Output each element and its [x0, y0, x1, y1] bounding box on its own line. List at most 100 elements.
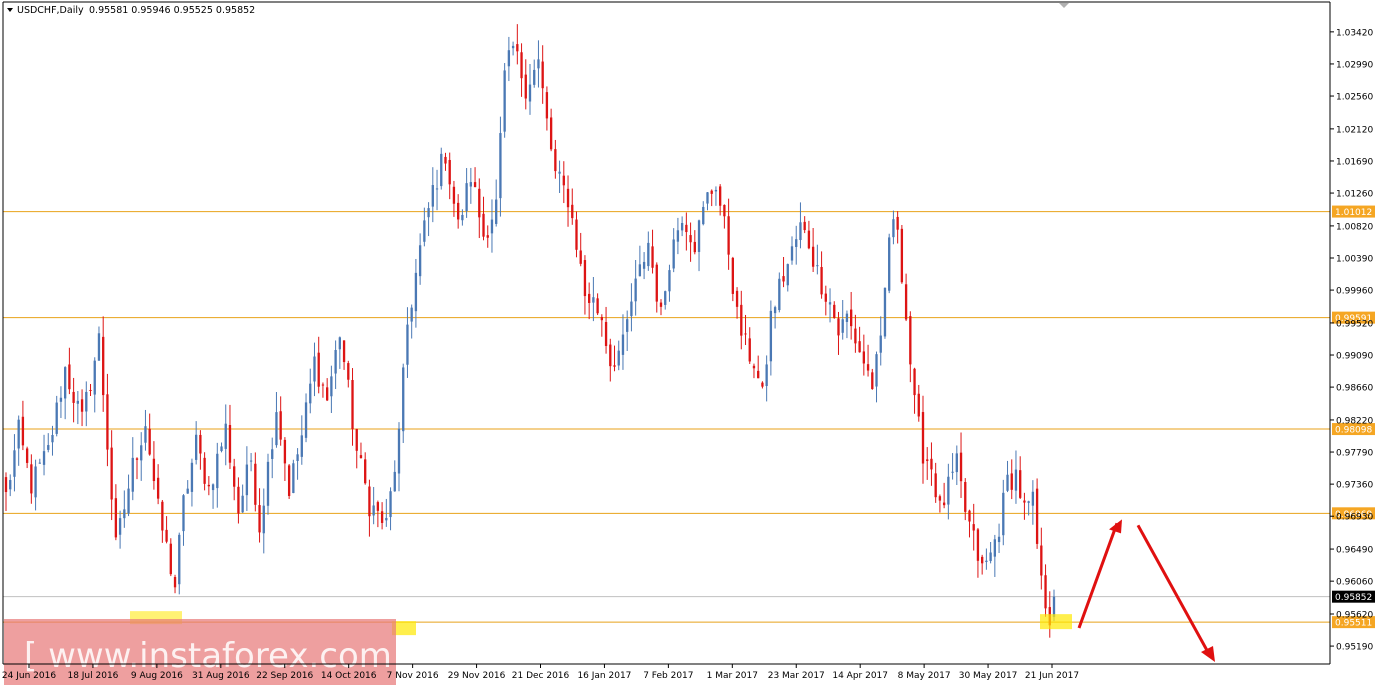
candle-body: [97, 333, 101, 361]
candle-body: [279, 411, 282, 440]
candle-body: [638, 264, 642, 277]
symbol-label: USDCHF,Daily: [17, 5, 84, 16]
candle-body: [731, 257, 735, 294]
candle-body: [740, 304, 743, 336]
candle-body: [566, 188, 570, 208]
candle-body: [600, 317, 604, 321]
y-tick-label: 0.98660: [1336, 384, 1373, 394]
support-highlight: [1040, 614, 1072, 630]
candle-body: [765, 364, 768, 387]
candle-body: [131, 457, 134, 492]
candle-body: [351, 380, 354, 430]
candle-body: [621, 334, 625, 355]
candle-body: [795, 239, 798, 248]
candle-body: [364, 459, 367, 484]
candle-body: [237, 486, 240, 514]
chart-root[interactable]: 1.01012 0.99591 0.98098 0.96969 0.95511 0.958…: [0, 0, 1375, 688]
candle-body: [541, 61, 544, 89]
candle-body: [537, 59, 540, 69]
candle-body: [993, 539, 997, 557]
candle-body: [241, 495, 244, 513]
candle-body: [930, 458, 933, 470]
candle-body: [917, 393, 920, 417]
x-tick-label: 14 Apr 2017: [832, 671, 888, 681]
candle-body: [866, 364, 870, 371]
candle-body: [710, 190, 713, 194]
candle-body: [1002, 492, 1005, 536]
candlestick-chart[interactable]: 1.010120.995910.980980.969690.955110.958…: [0, 0, 1375, 688]
candle-body: [385, 517, 388, 521]
candle-body: [833, 304, 836, 318]
candle-body: [549, 117, 553, 150]
level-tag-label: 1.01012: [1335, 208, 1372, 218]
x-tick-label: 30 May 2017: [959, 671, 1018, 681]
y-tick-label: 0.96490: [1336, 546, 1373, 556]
candle-body: [1052, 596, 1056, 617]
candle-body: [190, 462, 194, 492]
candle-body: [824, 293, 827, 302]
x-tick-label: 16 Jan 2017: [577, 671, 631, 681]
candle-body: [879, 335, 882, 353]
candle-body: [431, 185, 434, 207]
candle-body: [520, 52, 523, 79]
candle-body: [17, 419, 20, 449]
candle-body: [980, 556, 984, 564]
candle-body: [296, 454, 299, 462]
candle-body: [410, 307, 413, 322]
candle-body: [828, 302, 832, 305]
candle-body: [287, 465, 291, 496]
watermark-text: [ www.instaforex.com ]: [24, 636, 416, 676]
candle-body: [799, 222, 802, 241]
candle-body: [406, 324, 409, 365]
candle-body: [634, 278, 637, 302]
candle-body: [469, 182, 473, 187]
candle-body: [30, 464, 33, 494]
candle-body: [414, 272, 418, 312]
candle-body: [668, 270, 671, 292]
candle-body: [338, 337, 342, 350]
candle-body: [21, 416, 25, 446]
candle-body: [63, 367, 67, 399]
candle-body: [25, 448, 29, 463]
candle-body: [93, 360, 96, 395]
candle-body: [207, 484, 211, 487]
candle-body: [985, 560, 988, 563]
candle-body: [34, 466, 37, 498]
candle-body: [1035, 488, 1039, 544]
candle-body: [1023, 500, 1026, 503]
candle-body: [968, 510, 971, 522]
candle-body: [38, 462, 41, 464]
candle-body: [659, 302, 663, 307]
candle-body: [837, 318, 840, 336]
ohlc-readout: 0.95581 0.95946 0.95525 0.95852: [89, 5, 255, 16]
candle-body: [80, 399, 84, 412]
candle-body: [283, 439, 287, 464]
x-tick-label: 21 Jun 2017: [1025, 671, 1079, 681]
candle-body: [478, 188, 481, 218]
candle-body: [465, 183, 468, 212]
candle-body: [845, 313, 849, 322]
candle-body: [587, 293, 591, 303]
candle-body: [997, 536, 1001, 543]
x-tick-label: 9 Aug 2016: [131, 671, 183, 681]
candle-body: [909, 316, 912, 365]
candle-body: [140, 445, 143, 461]
candle-body: [778, 278, 781, 311]
candle-body: [693, 241, 696, 253]
current-price-label: 0.95852: [1335, 593, 1372, 603]
candle-body: [51, 435, 54, 443]
candle-body: [165, 529, 168, 542]
candle-body: [989, 552, 992, 562]
candle-body: [135, 458, 139, 460]
candle-body: [892, 219, 895, 238]
x-tick-label: 7 Nov 2016: [387, 671, 439, 681]
candle-body: [938, 496, 942, 501]
y-tick-label: 0.99520: [1336, 319, 1373, 329]
chart-background: [0, 0, 1375, 688]
candle-body: [304, 402, 308, 438]
candle-body: [757, 370, 760, 379]
x-tick-label: 18 Jul 2016: [67, 671, 118, 681]
candle-body: [72, 391, 75, 403]
candle-body: [106, 394, 109, 450]
candle-body: [596, 298, 599, 314]
